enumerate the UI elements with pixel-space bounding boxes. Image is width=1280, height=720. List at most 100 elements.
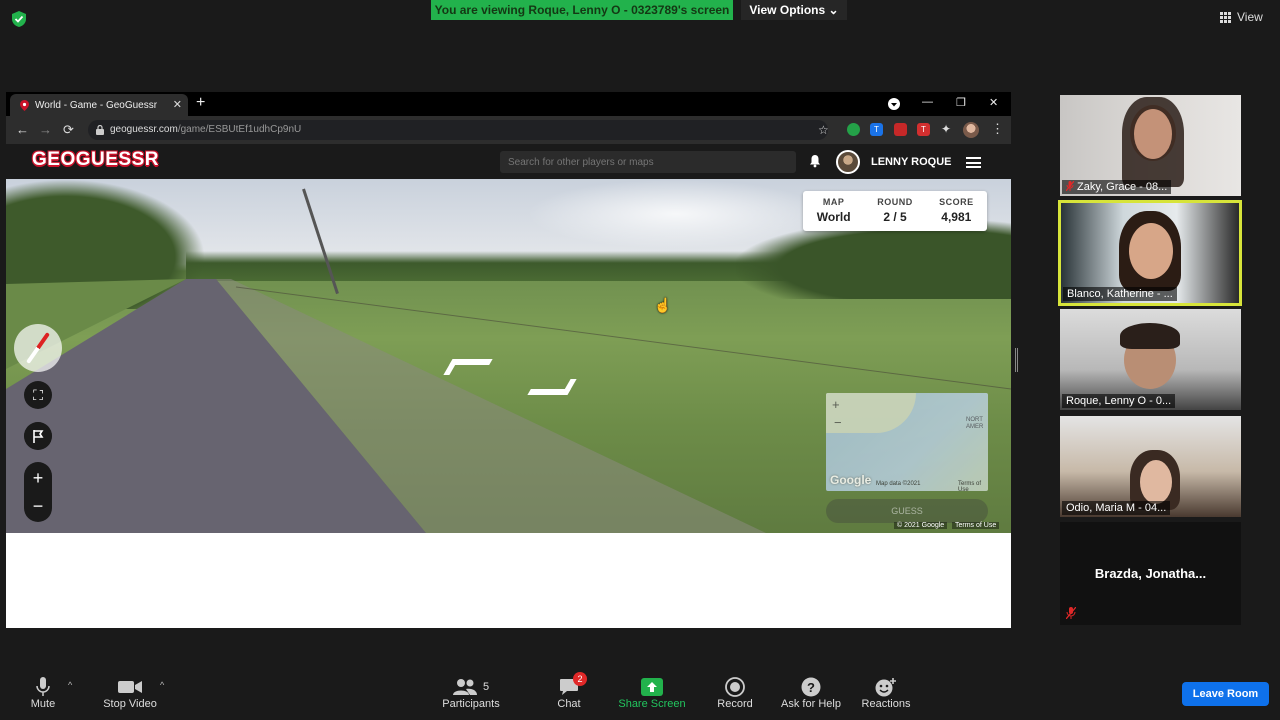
ask-for-help-label: Ask for Help	[781, 698, 841, 710]
extension-red-icon[interactable]	[894, 123, 907, 136]
participant-tile[interactable]: Odio, Maria M - 04...	[1060, 416, 1241, 517]
minimap-terms-link[interactable]: Terms of Use	[958, 481, 988, 491]
extension-green-icon[interactable]	[847, 123, 860, 136]
user-name[interactable]: LENNY ROQUE	[871, 156, 951, 168]
participant-tile[interactable]: Zaky, Grace - 08...	[1060, 95, 1241, 196]
flag-icon[interactable]	[24, 422, 52, 450]
street-view-copyright: © 2021 Google	[894, 522, 948, 529]
reload-icon[interactable]: ⟳	[63, 122, 74, 138]
close-window-icon[interactable]: ✕	[989, 96, 998, 109]
round-label: ROUND	[877, 197, 913, 207]
url-field[interactable]: geoguessr.com/game/ESBUtEf1udhCp9nU	[88, 120, 828, 140]
zoom-in-button[interactable]: +	[24, 464, 52, 492]
extensions-puzzle-icon[interactable]: ✦	[941, 122, 951, 136]
browser-tab[interactable]: World - Game - GeoGuessr ✕	[10, 94, 188, 116]
geoguessr-logo[interactable]: GEOGUESSR	[32, 149, 159, 171]
stop-video-label: Stop Video	[103, 698, 157, 710]
map-data-credit: Map data ©2021	[876, 481, 921, 487]
participant-face	[1140, 460, 1172, 504]
participant-name-label: Odio, Maria M - 04...	[1062, 501, 1171, 515]
participants-button[interactable]: 5 Participants	[440, 676, 502, 710]
forward-arrow-icon[interactable]: →	[39, 122, 52, 137]
mic-muted-icon	[1066, 181, 1074, 191]
panel-resize-handle[interactable]	[1015, 348, 1018, 372]
mute-button[interactable]: Mute	[24, 676, 62, 710]
zoom-out-button[interactable]: −	[24, 492, 52, 520]
participants-icon	[452, 679, 477, 695]
audio-options-caret-icon[interactable]: ^	[68, 680, 72, 690]
extension-tp-icon[interactable]: T	[917, 123, 930, 136]
record-label: Record	[717, 698, 753, 710]
mic-muted-icon	[1066, 607, 1076, 619]
restore-window-icon[interactable]: ❐	[956, 96, 966, 109]
share-screen-button[interactable]: Share Screen	[618, 676, 686, 710]
back-arrow-icon[interactable]: ←	[16, 122, 29, 137]
leave-room-button[interactable]: Leave Room	[1182, 682, 1269, 706]
geoguessr-favicon-icon	[20, 99, 29, 111]
fullscreen-icon[interactable]: ⛶	[24, 381, 52, 409]
reactions-button[interactable]: Reactions	[860, 676, 912, 710]
participant-tile[interactable]: Roque, Lenny O - 0...	[1060, 309, 1241, 410]
view-options-button[interactable]: View Options ⌄	[741, 0, 847, 20]
more-menu-icon[interactable]: ⋮	[991, 121, 1004, 137]
shared-screen: World - Game - GeoGuessr ✕ + — ❐ ✕ ← → ⟳…	[6, 92, 1011, 628]
geoguessr-header: GEOGUESSR LENNY ROQUE	[6, 144, 1011, 179]
viewing-banner: You are viewing Roque, Lenny O - 0323789…	[431, 0, 733, 20]
smiley-face-icon	[875, 678, 896, 697]
participants-count: 5	[482, 681, 490, 693]
score-label: SCORE	[939, 197, 974, 207]
street-view-terms-link[interactable]: Terms of Use	[952, 522, 1000, 529]
close-tab-icon[interactable]: ✕	[173, 98, 182, 111]
record-icon	[725, 677, 745, 697]
view-options-label: View Options	[749, 3, 826, 17]
participant-face	[1134, 109, 1172, 159]
minimap-region-label: NORT AMER	[966, 417, 984, 430]
video-camera-icon	[118, 681, 142, 693]
map-label: MAP	[822, 197, 845, 207]
guess-button[interactable]: GUESS	[826, 499, 988, 523]
shield-icon[interactable]	[10, 10, 28, 28]
help-question-icon: ?	[801, 677, 821, 697]
zoom-controls: + −	[24, 462, 52, 522]
participant-tile-active-speaker[interactable]: Blanco, Katherine - ...	[1058, 200, 1242, 306]
bookmark-star-icon[interactable]: ☆	[818, 123, 829, 137]
map-stat: MAP World	[803, 191, 864, 231]
score-panel: MAP World ROUND 2 / 5 SCORE 4,981	[803, 191, 987, 231]
participant-face	[1129, 223, 1173, 279]
record-button[interactable]: Record	[716, 676, 754, 710]
view-label: View	[1237, 10, 1263, 24]
browser-tab-bar: World - Game - GeoGuessr ✕ + — ❐ ✕	[6, 92, 1011, 116]
media-control-icon[interactable]	[888, 98, 900, 110]
bell-icon[interactable]	[808, 154, 822, 168]
score-value: 4,981	[941, 210, 972, 224]
reactions-label: Reactions	[861, 698, 911, 710]
browser-address-bar: ← → ⟳ geoguessr.com/game/ESBUtEf1udhCp9n…	[6, 116, 1011, 144]
minimap-zoom-in-button[interactable]: +	[832, 397, 840, 412]
participant-tile[interactable]: Brazda, Jonatha...	[1060, 522, 1241, 625]
chevron-down-icon: ⌄	[828, 3, 839, 17]
round-stat: ROUND 2 / 5	[864, 191, 925, 231]
microphone-icon	[36, 677, 50, 696]
minimap-zoom-out-button[interactable]: −	[834, 415, 842, 430]
ask-for-help-button[interactable]: ? Ask for Help	[778, 676, 844, 710]
minimize-window-icon[interactable]: —	[922, 96, 933, 108]
user-avatar[interactable]	[836, 150, 860, 174]
compass-icon[interactable]	[14, 324, 62, 372]
participant-hair	[1120, 323, 1180, 349]
extension-t-icon[interactable]: T	[870, 123, 883, 136]
new-tab-button[interactable]: +	[196, 94, 205, 112]
player-map-search-input[interactable]	[500, 151, 796, 173]
url-domain: geoguessr.com	[110, 124, 178, 135]
video-options-caret-icon[interactable]: ^	[160, 680, 164, 690]
participant-name-label: Brazda, Jonatha...	[1094, 566, 1207, 581]
street-view-panorama[interactable]: MAP World ROUND 2 / 5 SCORE 4,981 ⛶ + − …	[6, 179, 1011, 533]
view-button[interactable]: View	[1220, 10, 1263, 24]
score-stat: SCORE 4,981	[926, 191, 987, 231]
chat-unread-badge: 2	[573, 672, 587, 686]
stop-video-button[interactable]: Stop Video	[98, 676, 162, 710]
share-screen-label: Share Screen	[618, 698, 686, 710]
share-screen-icon	[641, 678, 663, 696]
browser-profile-avatar[interactable]	[963, 122, 979, 138]
guess-minimap[interactable]: + − NORT AMER Google Map data ©2021 Term…	[826, 393, 988, 491]
hamburger-menu-icon[interactable]	[966, 157, 981, 168]
